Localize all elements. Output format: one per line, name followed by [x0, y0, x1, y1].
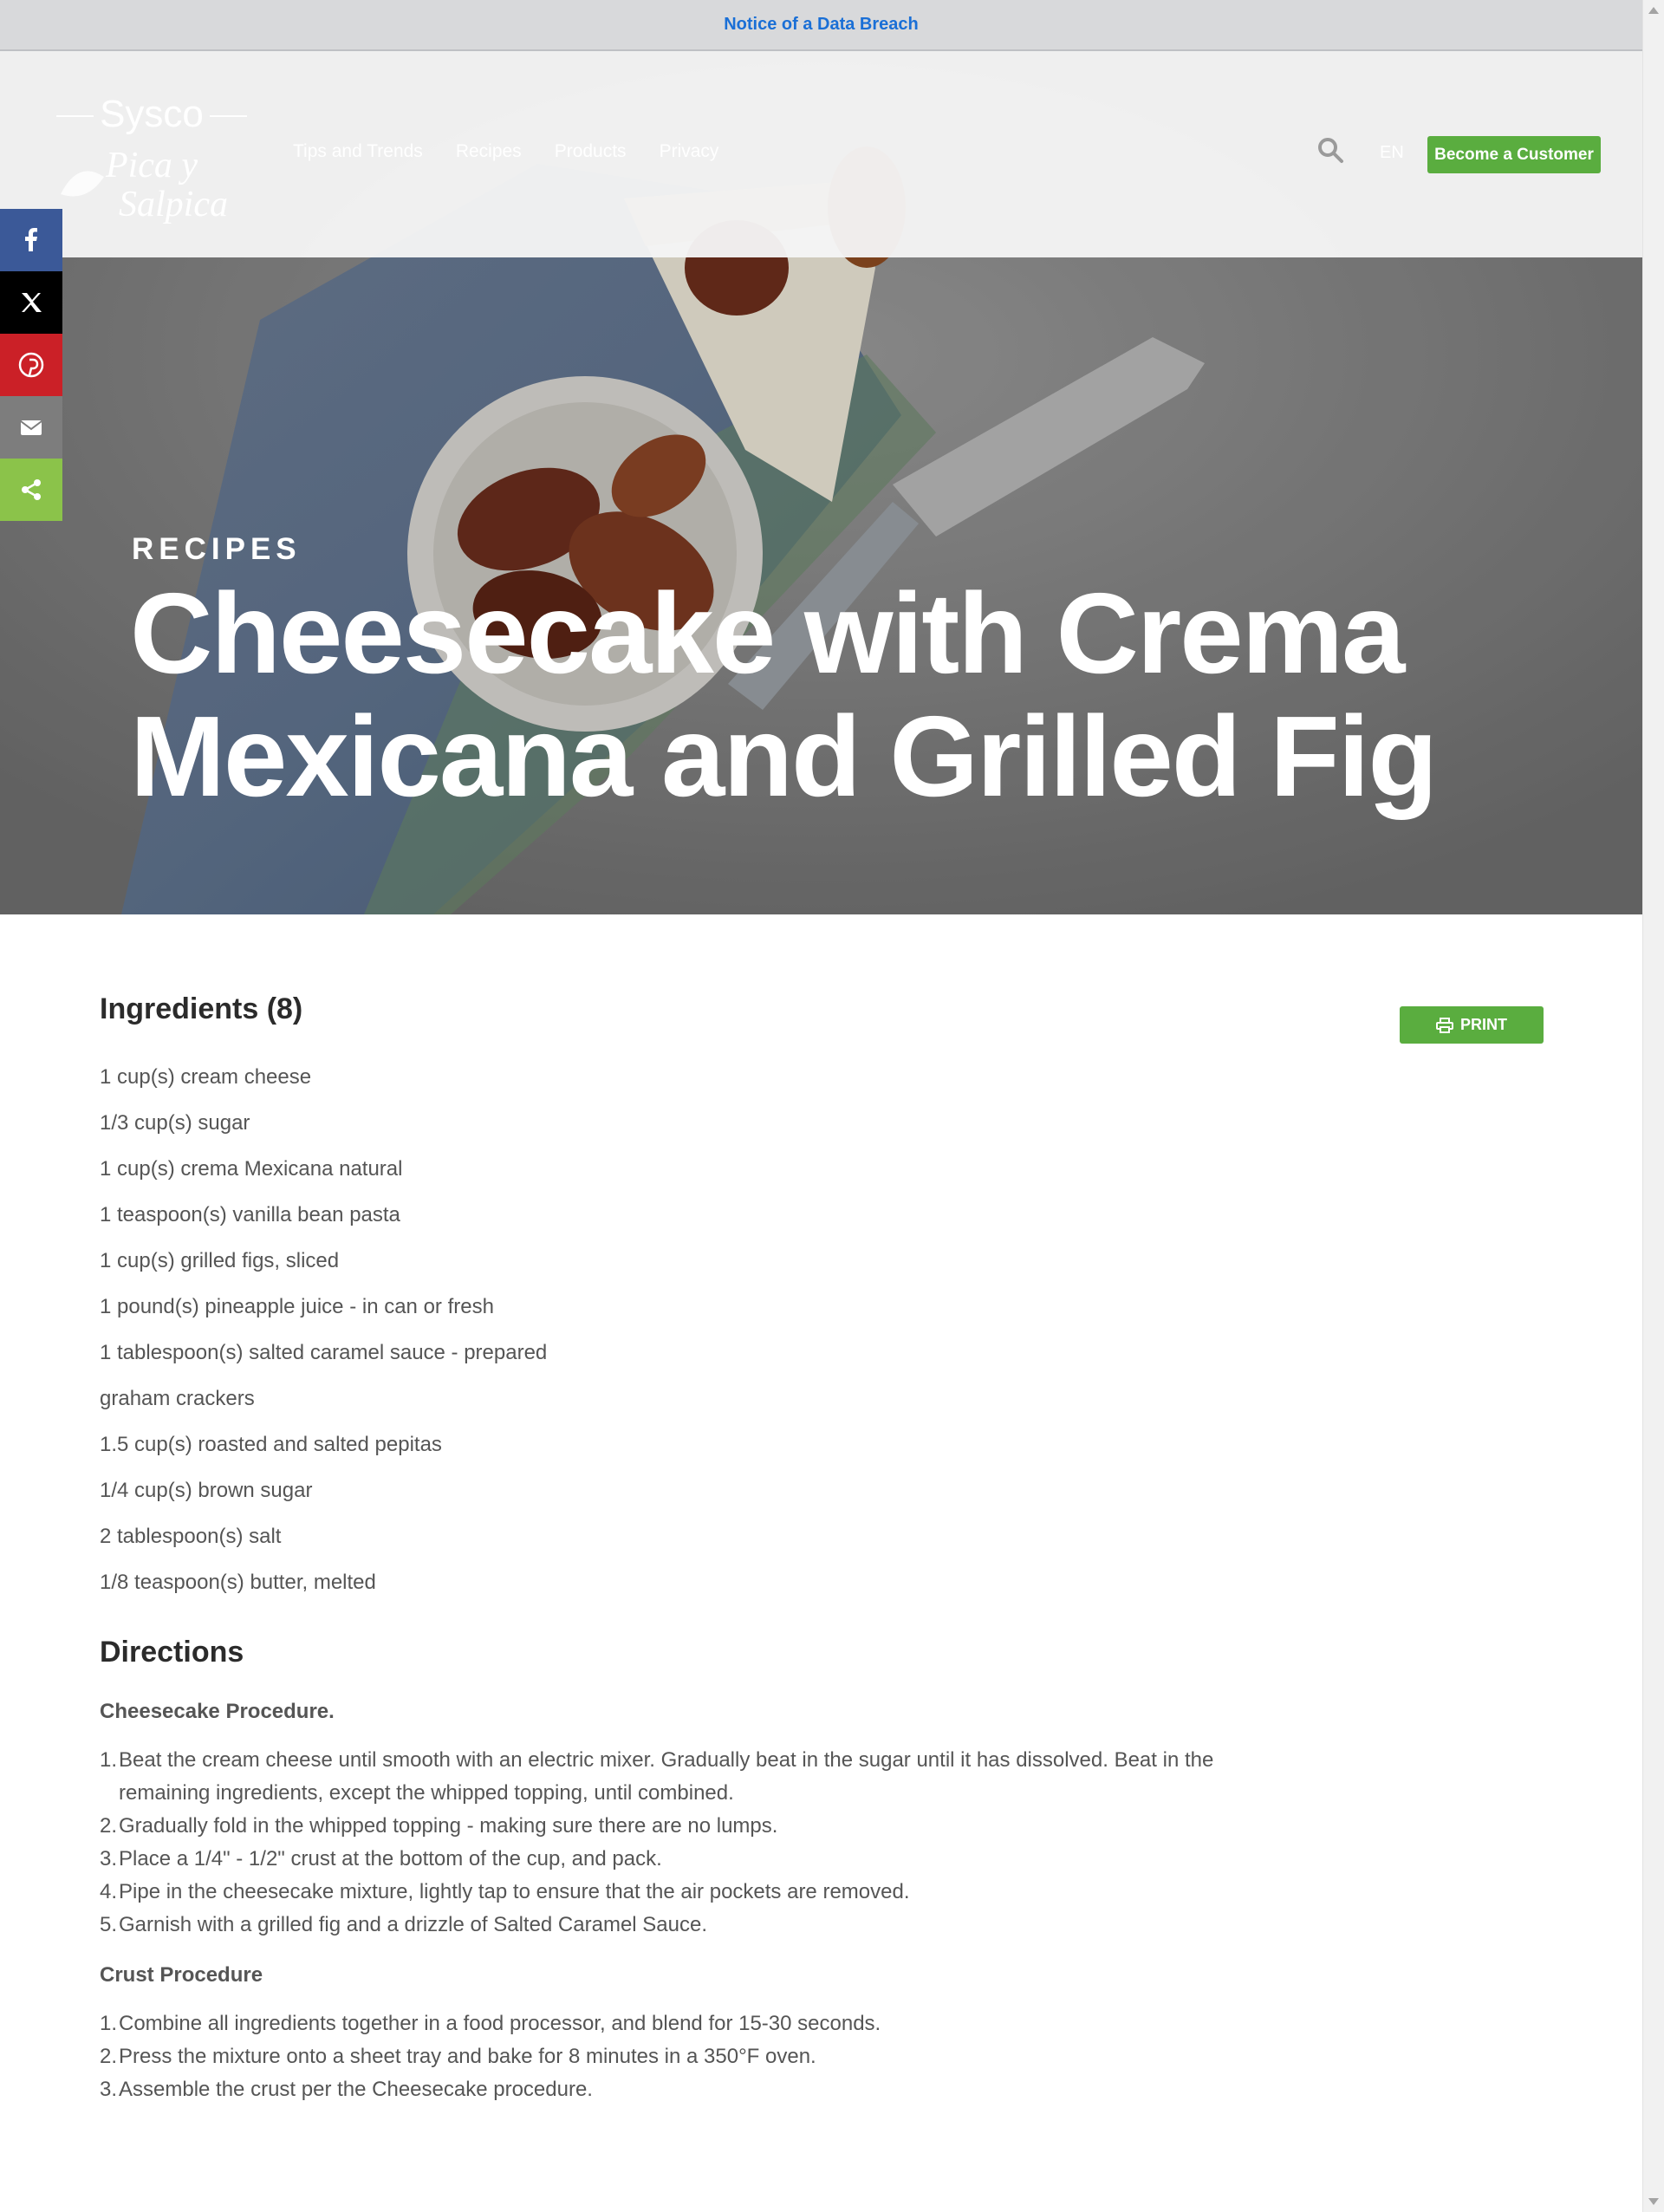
crust-steps: 1. Combine all ingredients together in a … [100, 2007, 1330, 2106]
ingredient-item: 1 cup(s) grilled figs, sliced [100, 1249, 340, 1272]
directions-heading: Directions [100, 1636, 244, 1669]
ingredient-item: 1 pound(s) pineapple juice - in can or f… [100, 1295, 494, 1318]
share-icon [22, 479, 41, 500]
cheesecake-steps: 1. Beat the cream cheese until smooth wit… [100, 1744, 1330, 1942]
social-share-bar [0, 209, 62, 521]
scroll-down-arrow-icon[interactable] [1648, 2198, 1659, 2205]
printer-icon [1436, 1017, 1453, 1033]
data-breach-notice-link[interactable]: Notice of a Data Breach [724, 15, 919, 35]
step-item: 3. Assemble the crust per the Cheesecake … [100, 2078, 593, 2101]
more-share-button[interactable] [0, 459, 62, 521]
cheesecake-procedure-heading: Cheesecake Procedure. [100, 1700, 335, 1723]
crust-procedure-heading: Crust Procedure [100, 1963, 263, 1987]
sysco-pica-y-salpica-logo[interactable]: Sysco Pica y Salpica [52, 90, 251, 229]
page-title: Cheesecake with Crema Mexicana and Grill… [130, 569, 1438, 820]
svg-text:Pica y: Pica y [105, 146, 198, 185]
nav-recipes[interactable]: Recipes [456, 141, 522, 162]
ingredient-item: 1/8 teaspoon(s) butter, melted [100, 1571, 376, 1594]
recipe-content: Ingredients (8) 1 cup(s) cream cheese 1/… [100, 988, 1330, 2125]
ingredient-item: 1 tablespoon(s) salted caramel sauce - p… [100, 1341, 548, 1364]
pinterest-icon [18, 352, 44, 378]
x-share-button[interactable] [0, 271, 62, 334]
ingredients-list: 1 cup(s) cream cheese 1/3 cup(s) sugar 1… [100, 1054, 1330, 1605]
email-icon [20, 420, 42, 435]
notice-bar: Notice of a Data Breach [0, 0, 1642, 51]
hero-eyebrow: RECIPES [132, 532, 302, 566]
step-item: 4. Pipe in the cheesecake mixture, lightl… [100, 1880, 910, 1903]
ingredient-item: 1/4 cup(s) brown sugar [100, 1479, 313, 1502]
step-item: 5. Garnish with a grilled fig and a drizz… [100, 1913, 708, 1936]
print-label: PRINT [1460, 1016, 1507, 1033]
step-item: 3. Place a 1/4" - 1/2" crust at the botto… [100, 1847, 662, 1870]
ingredient-item: 1 cup(s) crema Mexicana natural [100, 1157, 403, 1181]
site-header: Sysco Pica y Salpica Tips and Trends Rec… [0, 51, 1642, 257]
x-icon [22, 293, 42, 312]
scroll-up-arrow-icon[interactable] [1648, 7, 1659, 14]
svg-text:Salpica: Salpica [119, 185, 228, 224]
email-share-button[interactable] [0, 396, 62, 459]
ingredient-item: 1/3 cup(s) sugar [100, 1111, 250, 1135]
ingredient-item: 1 cup(s) cream cheese [100, 1065, 312, 1089]
step-item: 1. Beat the cream cheese until smooth wit… [100, 1748, 1214, 1805]
pinterest-share-button[interactable] [0, 334, 62, 396]
main-nav: Tips and Trends Recipes Products Privacy [293, 141, 718, 162]
language-selector[interactable]: EN [1380, 143, 1404, 163]
become-customer-button[interactable]: Become a Customer [1427, 136, 1601, 173]
facebook-icon [25, 228, 37, 251]
ingredient-item: 1.5 cup(s) roasted and salted pepitas [100, 1433, 442, 1456]
print-button[interactable]: PRINT [1400, 1006, 1544, 1044]
page-scrollbar[interactable] [1642, 0, 1664, 2212]
ingredient-item: graham crackers [100, 1387, 255, 1410]
search-icon[interactable] [1316, 135, 1345, 165]
svg-text:Sysco: Sysco [100, 93, 204, 135]
ingredient-item: 1 teaspoon(s) vanilla bean pasta [100, 1203, 400, 1226]
ingredients-heading: Ingredients (8) [100, 992, 303, 1025]
step-item: 2. Gradually fold in the whipped topping … [100, 1814, 778, 1838]
facebook-share-button[interactable] [0, 209, 62, 271]
nav-tips-and-trends[interactable]: Tips and Trends [293, 141, 423, 162]
nav-privacy[interactable]: Privacy [660, 141, 719, 162]
ingredient-item: 2 tablespoon(s) salt [100, 1525, 282, 1548]
step-item: 1. Combine all ingredients together in a … [100, 2012, 881, 2035]
step-item: 2. Press the mixture onto a sheet tray an… [100, 2045, 816, 2068]
nav-products[interactable]: Products [555, 141, 627, 162]
